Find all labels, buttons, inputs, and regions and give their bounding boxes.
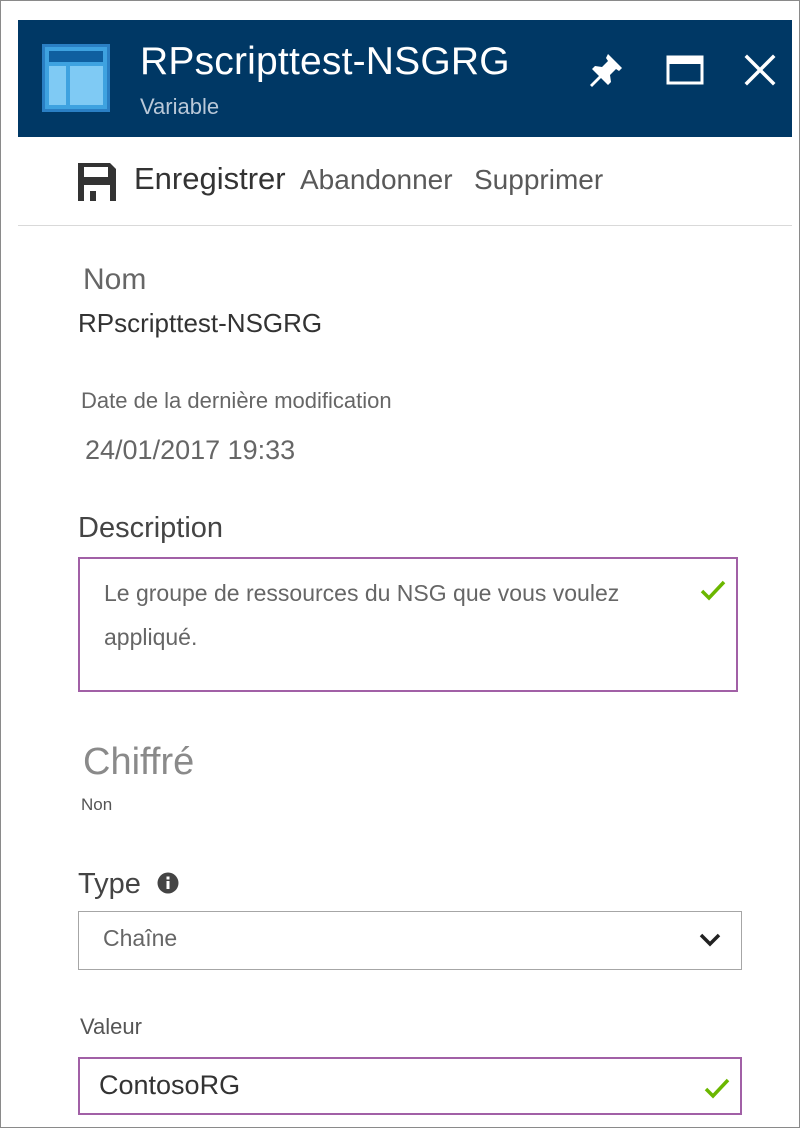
type-label: Type	[78, 868, 141, 900]
name-value: RPscripttest-NSGRG	[78, 308, 323, 338]
encrypted-label: Chiffré	[83, 741, 195, 783]
chevron-down-icon	[699, 932, 721, 948]
last-modified-value: 24/01/2017 19:33	[85, 435, 296, 465]
delete-button[interactable]: Supprimer	[474, 164, 603, 196]
variable-blade-icon	[42, 44, 110, 112]
maximize-icon[interactable]	[665, 50, 705, 90]
save-button[interactable]: Enregistrer	[134, 161, 286, 197]
value-label: Valeur	[80, 1014, 142, 1039]
variable-blade: RPscripttest-NSGRG Variable Enregistrer …	[0, 0, 800, 1128]
description-label: Description	[78, 512, 224, 544]
command-bar: Enregistrer Abandonner Supprimer	[18, 137, 792, 226]
discard-button[interactable]: Abandonner	[300, 164, 453, 196]
name-label: Nom	[83, 263, 147, 296]
valid-check-icon	[704, 1077, 730, 1099]
description-field[interactable]: Le groupe de ressources du NSG que vous …	[78, 557, 738, 692]
value-text[interactable]: ContosoRG	[99, 1070, 240, 1101]
pin-icon[interactable]	[586, 50, 626, 90]
blade-subtitle: Variable	[140, 94, 220, 119]
info-icon[interactable]	[157, 872, 179, 894]
blade-title: RPscripttest-NSGRG	[140, 40, 510, 83]
encrypted-value: Non	[81, 795, 113, 814]
blade-header: RPscripttest-NSGRG Variable	[18, 20, 792, 137]
type-selected-value: Chaîne	[103, 925, 178, 951]
description-text[interactable]: Le groupe de ressources du NSG que vous …	[104, 571, 684, 659]
type-dropdown[interactable]: Chaîne	[78, 911, 742, 970]
save-icon[interactable]	[76, 161, 118, 203]
value-input[interactable]: ContosoRG	[78, 1057, 742, 1115]
close-icon[interactable]	[740, 50, 780, 90]
last-modified-label: Date de la dernière modification	[81, 388, 392, 413]
valid-check-icon	[700, 579, 726, 601]
